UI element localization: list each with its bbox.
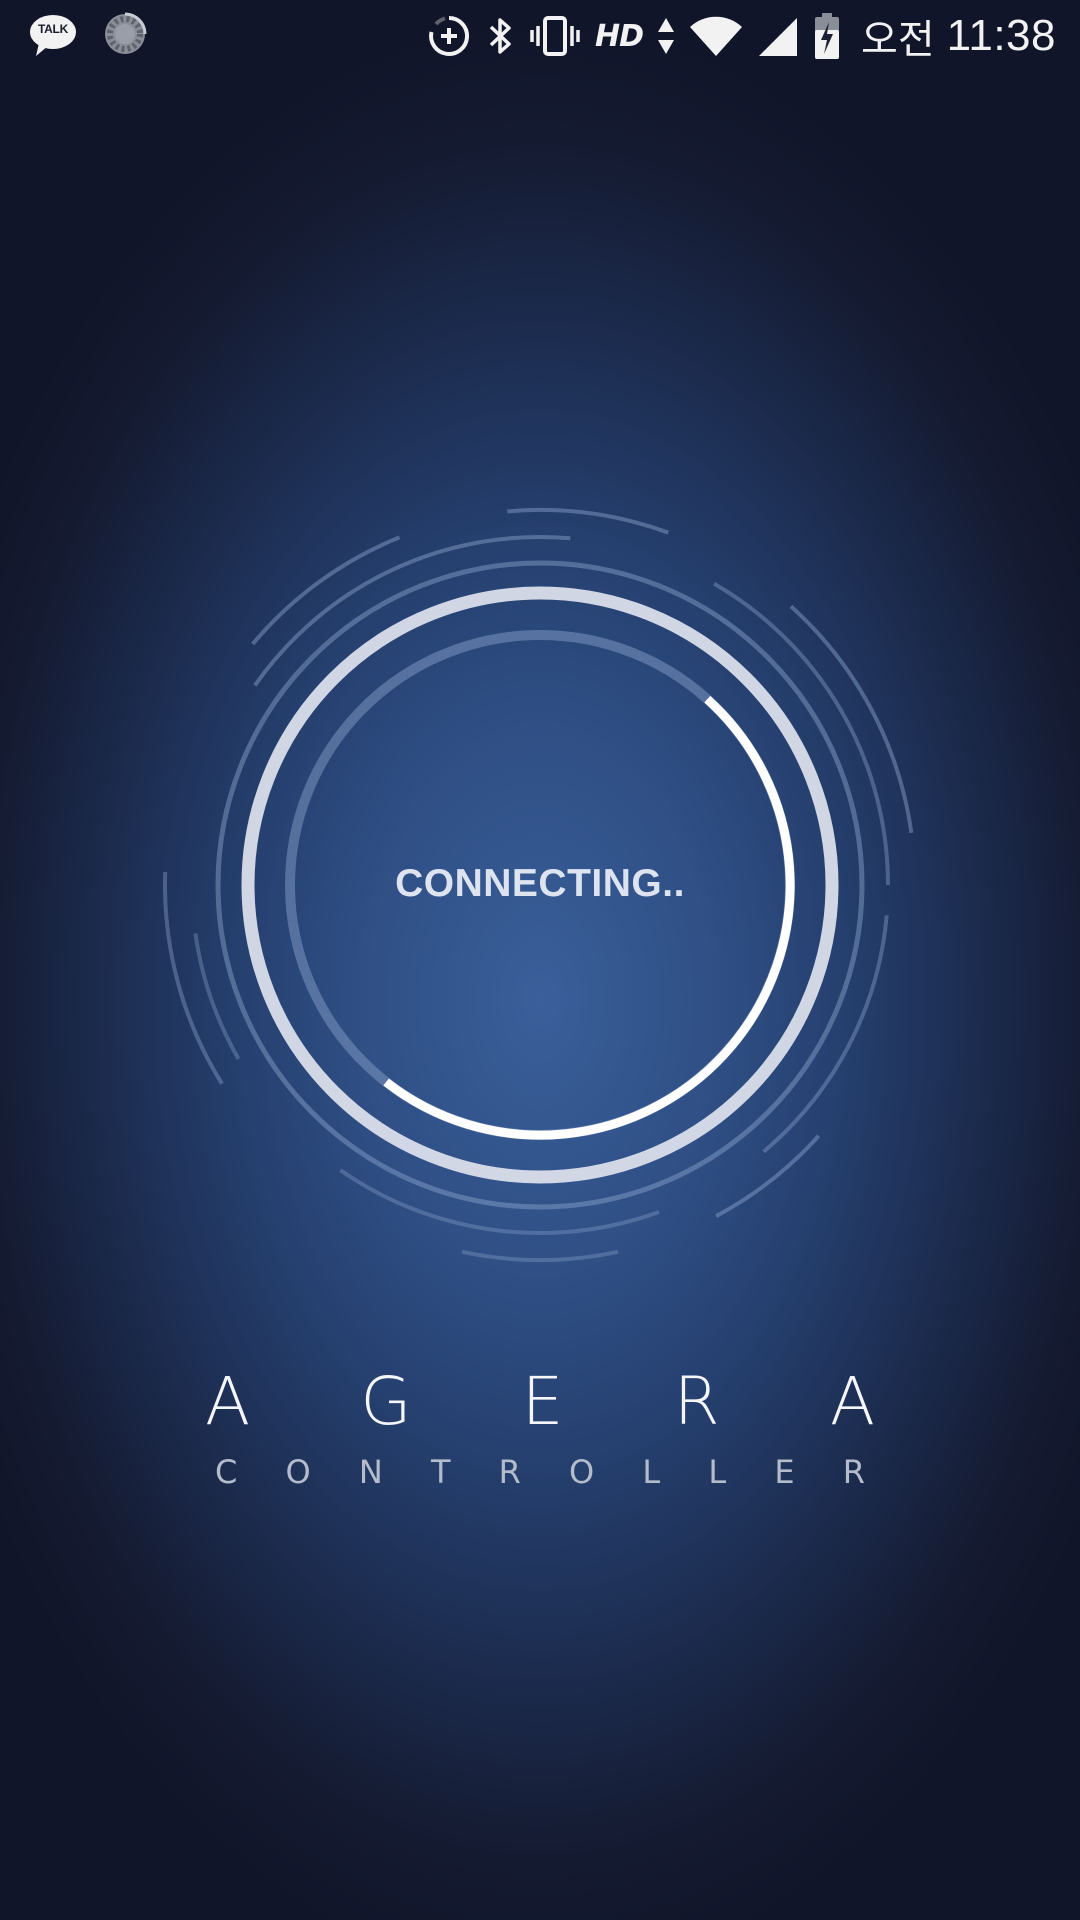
brand-subtitle-letter: O xyxy=(285,1453,311,1491)
brand-name-letter: E xyxy=(521,1363,564,1440)
brand-subtitle-letter: E xyxy=(774,1453,795,1491)
outer-arc xyxy=(507,507,669,535)
progress-arc xyxy=(383,695,795,1140)
brand-name: AGERA xyxy=(205,1362,875,1442)
brand-name-letter: G xyxy=(360,1363,412,1440)
outer-arc xyxy=(461,1249,619,1263)
brand-name-letter: R xyxy=(673,1363,720,1440)
brand-subtitle-letter: L xyxy=(708,1453,727,1491)
brand-subtitle-letter: R xyxy=(842,1453,865,1491)
outer-arc xyxy=(162,871,224,1085)
brand-name-letter: A xyxy=(829,1363,875,1440)
mid-arc xyxy=(253,534,571,687)
brand-subtitle-letter: R xyxy=(498,1453,521,1491)
brand-subtitle-letter: T xyxy=(430,1453,451,1491)
splash-screen: TALK HD 오전 11:38 CONNECTING.. A G E R A … xyxy=(0,0,1080,1920)
brand-subtitle-letter: L xyxy=(642,1453,661,1491)
brand-subtitle-letter: N xyxy=(358,1453,383,1491)
loader-rings xyxy=(162,507,914,1263)
connecting-status-text: CONNECTING.. xyxy=(395,862,685,905)
brand-name-letter: A xyxy=(205,1363,251,1440)
outer-arc xyxy=(251,535,401,646)
mid-arc xyxy=(193,933,241,1060)
connection-loader: CONNECTING.. xyxy=(0,0,1080,1920)
brand-subtitle: CONTROLLER xyxy=(215,1452,865,1492)
brand-subtitle-letter: O xyxy=(569,1453,595,1491)
brand-subtitle-letter: C xyxy=(215,1453,238,1491)
